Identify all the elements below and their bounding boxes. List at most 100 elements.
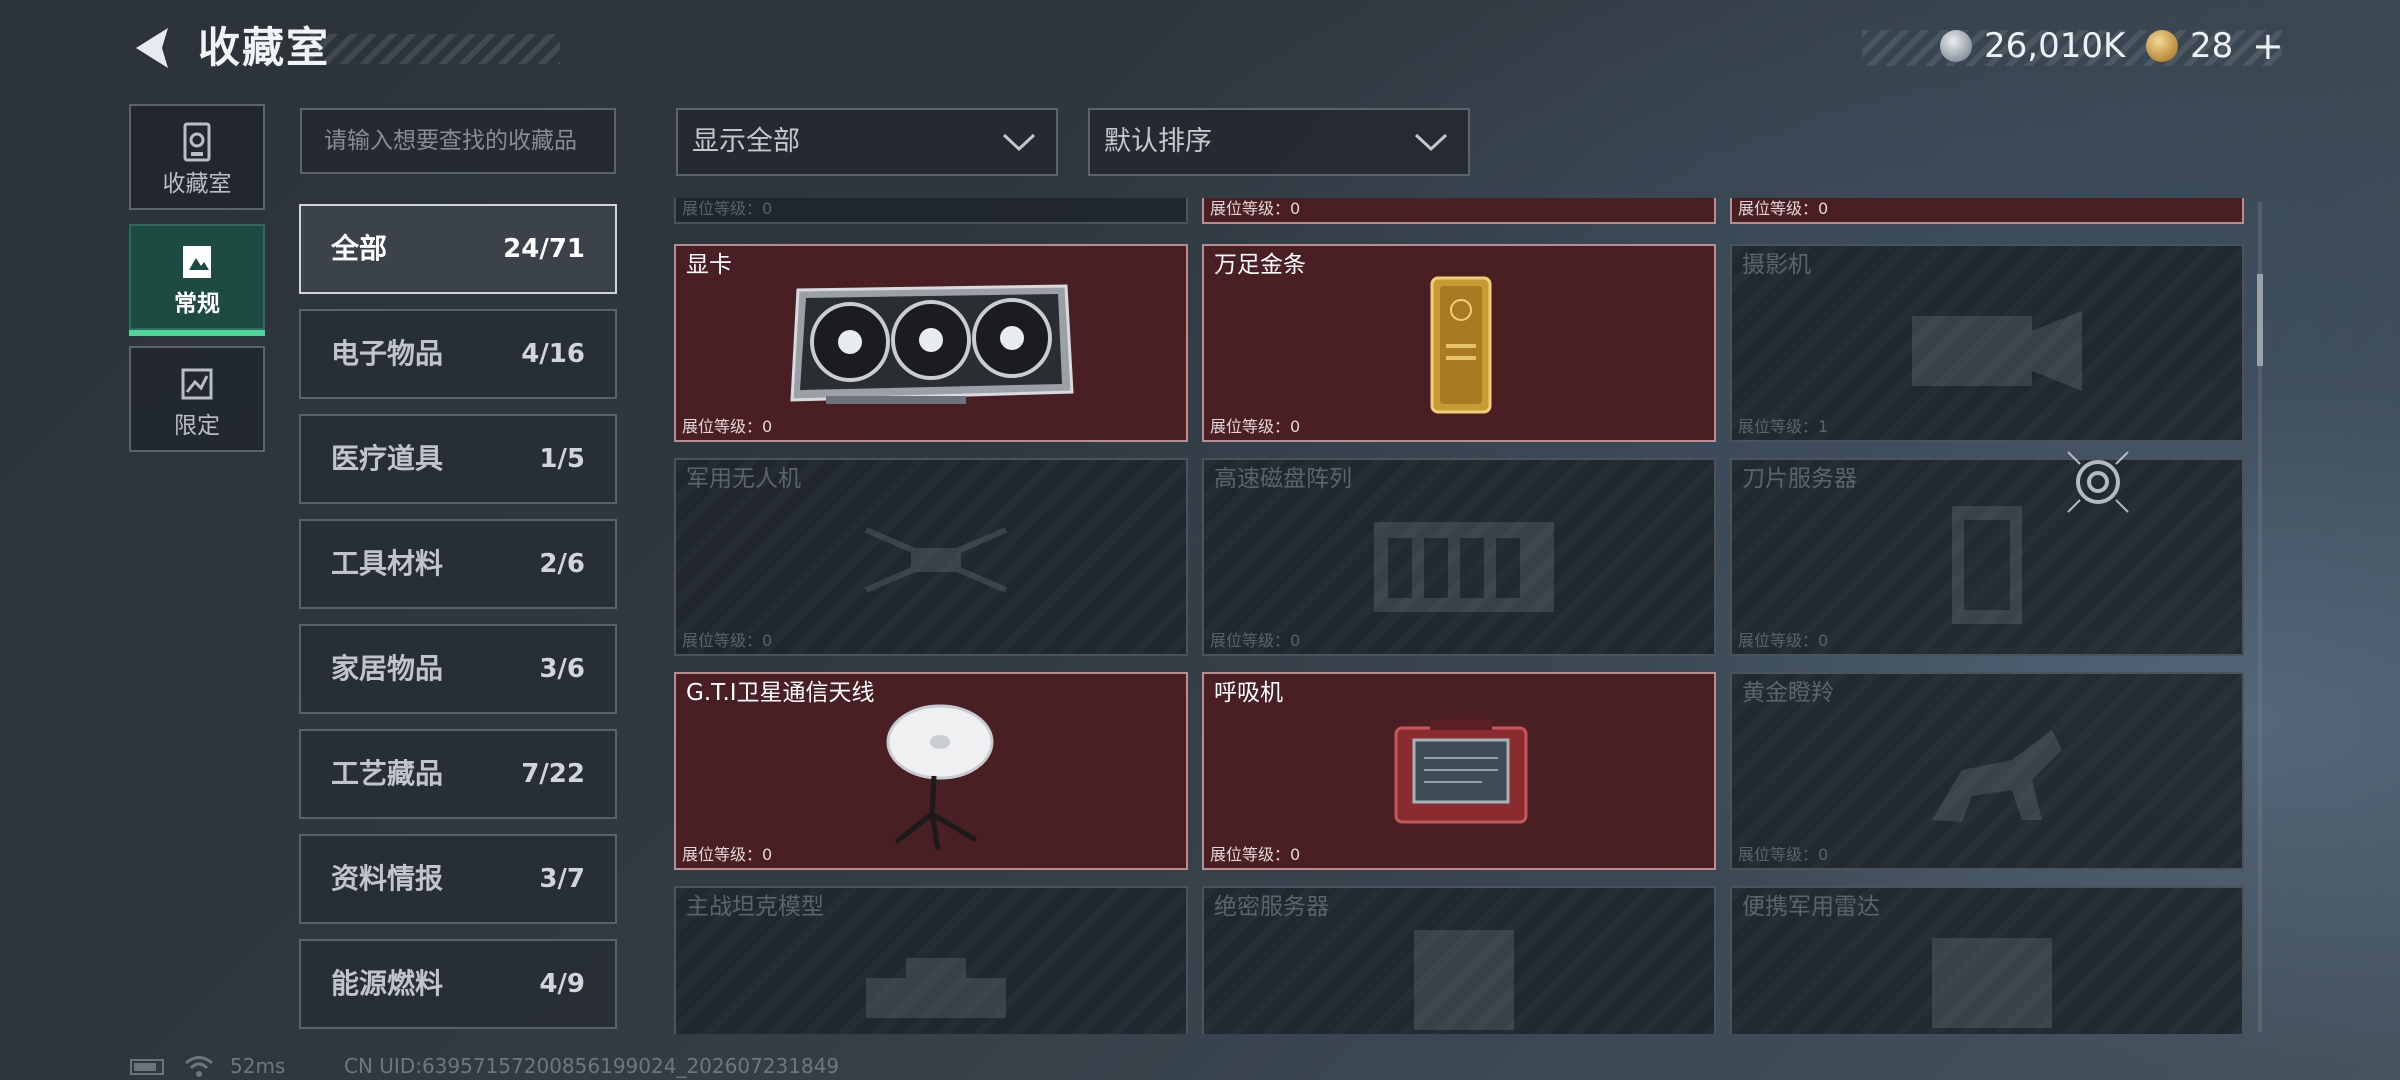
- collection-card-gold-bar[interactable]: 万足金条 展位等级：0: [1202, 244, 1716, 442]
- gold-bar-icon: [1430, 276, 1492, 414]
- category-count: 24/71: [503, 234, 585, 264]
- category-count: 7/22: [521, 759, 585, 789]
- drone-icon: [864, 527, 1008, 593]
- collection-card-golden-gazelle[interactable]: 黄金瞪羚 展位等级：0: [1730, 672, 2244, 870]
- card-name: 主战坦克模型: [686, 894, 824, 920]
- collection-card-disk-array[interactable]: 高速磁盘阵列 展位等级：0: [1202, 458, 1716, 656]
- card-level: 展位等级：0: [1210, 845, 1301, 864]
- collection-room-icon: [183, 122, 211, 162]
- card-level: 展位等级：0: [1738, 199, 1829, 218]
- category-label: 电子物品: [331, 337, 444, 370]
- portable-radar-icon: [1932, 938, 2052, 1028]
- disk-array-icon: [1374, 522, 1554, 612]
- ping-value: 52ms: [230, 1054, 286, 1078]
- card-level: 展位等级：0: [1210, 417, 1301, 436]
- card-level: 展位等级：0: [682, 417, 773, 436]
- back-button[interactable]: [128, 22, 180, 74]
- card-name: G.T.I卫星通信天线: [686, 680, 875, 706]
- card-name: 刀片服务器: [1742, 466, 1857, 492]
- collection-card-portable-radar[interactable]: 便携军用雷达: [1730, 886, 2244, 1034]
- category-label: 资料情报: [331, 862, 444, 895]
- collection-card-graphics-card[interactable]: 显卡 展位等级：0: [674, 244, 1188, 442]
- category-intel[interactable]: 资料情报 3/7: [299, 834, 617, 924]
- collection-card-satellite-antenna[interactable]: G.T.I卫星通信天线 展位等级：0: [674, 672, 1188, 870]
- category-medical[interactable]: 医疗道具 1/5: [299, 414, 617, 504]
- collection-card-drone[interactable]: 军用无人机 展位等级：0: [674, 458, 1188, 656]
- dropdown-value: 显示全部: [692, 126, 800, 157]
- collection-search-input[interactable]: [300, 108, 616, 174]
- category-count: 1/5: [539, 444, 585, 474]
- collection-card[interactable]: 展位等级：0: [1730, 198, 2244, 224]
- category-count: 3/6: [539, 654, 585, 684]
- category-label: 家居物品: [331, 652, 444, 685]
- title-decoration: [310, 34, 560, 64]
- category-label: 工具材料: [331, 547, 444, 580]
- card-level: 展位等级：0: [1210, 631, 1301, 650]
- card-level: 展位等级：0: [682, 845, 773, 864]
- back-arrow-icon: [136, 28, 168, 68]
- card-level: 展位等级：0: [1738, 631, 1829, 650]
- silver-coin-icon: [1940, 30, 1972, 62]
- secret-server-icon: [1414, 930, 1514, 1030]
- grid-scrollbar-thumb[interactable]: [2257, 274, 2263, 366]
- card-name: 万足金条: [1214, 252, 1306, 278]
- category-count: 3/7: [539, 864, 585, 894]
- rail-tab-collection-room[interactable]: 收藏室: [129, 104, 265, 210]
- rail-tab-regular[interactable]: 常规: [129, 224, 265, 336]
- card-name: 显卡: [686, 252, 732, 278]
- user-uid: CN UID:6395715720085619​9024_20260723184…: [344, 1054, 840, 1078]
- rail-tab-label: 限定: [174, 413, 220, 439]
- rail-tab-limited[interactable]: 限定: [129, 346, 265, 452]
- category-label: 全部: [331, 232, 388, 265]
- page-title: 收藏室: [198, 23, 331, 72]
- card-level: 展位等级：1: [1738, 417, 1829, 436]
- camera-icon: [1912, 311, 2082, 391]
- category-count: 2/6: [539, 549, 585, 579]
- category-label: 医疗道具: [331, 442, 444, 475]
- card-name: 呼吸机: [1214, 680, 1283, 706]
- category-crafts[interactable]: 工艺藏品 7/22: [299, 729, 617, 819]
- wifi-icon: [185, 1056, 213, 1077]
- silver-currency-value: 26,010K: [1984, 26, 2126, 66]
- card-level: 展位等级：0: [1738, 845, 1829, 864]
- rail-tab-label: 收藏室: [162, 171, 232, 197]
- card-name: 摄影机: [1742, 252, 1811, 278]
- category-all[interactable]: 全部 24/71: [299, 204, 617, 294]
- target-reticle-icon: [2067, 451, 2129, 513]
- collection-card-ventilator[interactable]: 呼吸机 展位等级：0: [1202, 672, 1716, 870]
- card-level: 展位等级：0: [682, 199, 773, 218]
- category-electronics[interactable]: 电子物品 4/16: [299, 309, 617, 399]
- satellite-antenna-icon: [886, 704, 994, 851]
- category-tools[interactable]: 工具材料 2/6: [299, 519, 617, 609]
- collection-card-camera[interactable]: 摄影机 展位等级：1: [1730, 244, 2244, 442]
- add-currency-button[interactable]: +: [2252, 24, 2284, 68]
- card-name: 高速磁盘阵列: [1214, 466, 1352, 492]
- collection-card-blade-server[interactable]: 刀片服务器 展位等级：0: [1730, 451, 2244, 656]
- tank-model-icon: [866, 958, 1006, 1018]
- category-energy[interactable]: 能源燃料 4/9: [299, 939, 617, 1029]
- collection-card[interactable]: 展位等级：0: [674, 198, 1188, 224]
- collection-card-secret-server[interactable]: 绝密服务器: [1202, 886, 1716, 1034]
- category-label: 能源燃料: [331, 967, 444, 1000]
- card-name: 绝密服务器: [1214, 894, 1329, 920]
- dropdown-value: 默认排序: [1104, 126, 1212, 157]
- limited-collection-icon: [181, 368, 213, 400]
- category-count: 4/16: [521, 339, 585, 369]
- collection-card-tank-model[interactable]: 主战坦克模型: [674, 886, 1188, 1034]
- card-name: 黄金瞪羚: [1742, 680, 1834, 706]
- gold-coin-icon: [2146, 30, 2178, 62]
- display-filter-dropdown[interactable]: 显示全部: [676, 108, 1058, 176]
- collection-grid[interactable]: 展位等级：0 展位等级：0 展位等级：0 显卡 展位等级：0 万足金条 展位等级…: [672, 198, 2252, 1034]
- category-count: 4/9: [539, 969, 585, 999]
- ventilator-icon: [1394, 720, 1528, 824]
- card-level: 展位等级：0: [682, 631, 773, 650]
- collection-card[interactable]: 展位等级：0: [1202, 198, 1716, 224]
- gold-currency-value: 28: [2190, 26, 2234, 66]
- golden-gazelle-icon: [1932, 730, 2062, 822]
- category-household[interactable]: 家居物品 3/6: [299, 624, 617, 714]
- battery-icon: [130, 1059, 164, 1075]
- regular-collection-icon: [183, 246, 211, 278]
- graphics-card-icon: [790, 284, 1074, 404]
- card-name: 便携军用雷达: [1742, 894, 1880, 920]
- sort-dropdown[interactable]: 默认排序: [1088, 108, 1470, 176]
